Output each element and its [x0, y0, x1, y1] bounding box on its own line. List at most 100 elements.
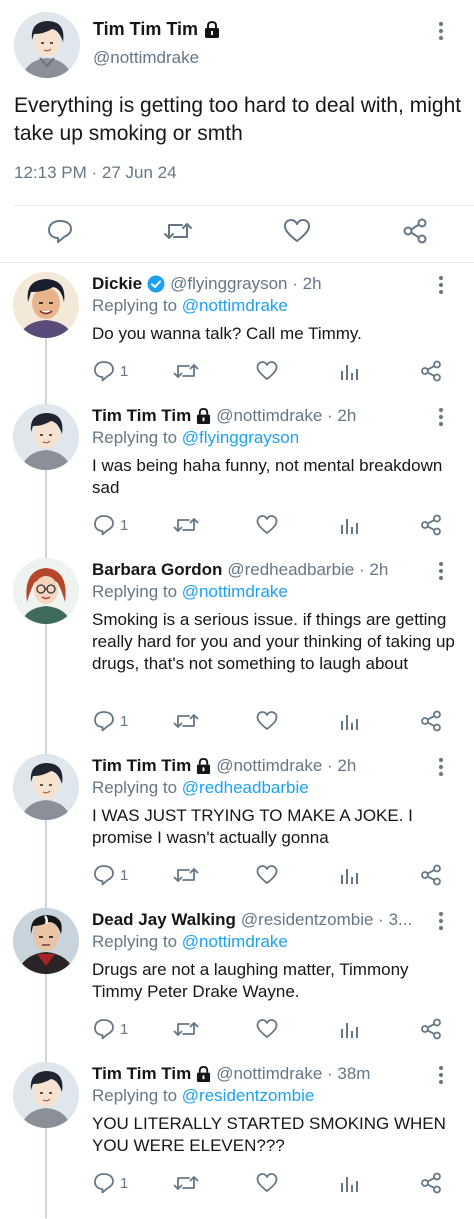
heart-icon[interactable]	[256, 1018, 278, 1040]
reply-actions: 1	[0, 360, 474, 384]
retweet-icon[interactable]	[163, 218, 193, 244]
tweet-timestamp[interactable]: 12:13 PM · 27 Jun 24	[14, 163, 177, 183]
author-name[interactable]: Tim Tim Tim	[92, 406, 191, 426]
replying-prefix: Replying to	[92, 296, 178, 315]
retweet-icon[interactable]	[173, 514, 199, 536]
share-icon[interactable]	[420, 710, 442, 732]
avatar-tim[interactable]	[13, 404, 79, 470]
avatar-dickie[interactable]	[13, 272, 79, 338]
replying-to-handle[interactable]: @nottimdrake	[182, 582, 288, 601]
replying-to: Replying to @redheadbarbie	[92, 778, 309, 798]
more-vertical-icon[interactable]	[438, 758, 444, 776]
analytics-icon[interactable]	[339, 514, 359, 536]
reply-header: Tim Tim Tim @nottimdrake · 2h	[92, 406, 356, 426]
more-vertical-icon[interactable]	[438, 1066, 444, 1084]
replying-to-handle[interactable]: @redheadbarbie	[182, 778, 309, 797]
more-vertical-icon[interactable]	[438, 562, 444, 580]
replying-to: Replying to @residentzombie	[92, 1086, 314, 1106]
author-name[interactable]: Dead Jay Walking	[92, 910, 236, 930]
heart-icon[interactable]	[256, 360, 278, 382]
author-handle[interactable]: @redheadbarbie · 2h	[227, 560, 388, 580]
tweet-actions	[0, 214, 474, 250]
replying-to-handle[interactable]: @nottimdrake	[182, 932, 288, 951]
verified-badge-icon	[147, 275, 165, 293]
reply-icon[interactable]	[47, 218, 73, 244]
author-handle[interactable]: @residentzombie · 3...	[241, 910, 412, 930]
avatar-tim[interactable]	[13, 754, 79, 820]
author-name[interactable]: Tim Tim Tim	[93, 19, 220, 40]
reply-icon	[93, 710, 115, 732]
reply-button[interactable]: 1	[93, 360, 128, 382]
lock-icon	[196, 758, 211, 774]
reply-actions: 1	[0, 1172, 474, 1196]
author-name[interactable]: Tim Tim Tim	[92, 1064, 191, 1084]
retweet-icon[interactable]	[173, 710, 199, 732]
heart-icon[interactable]	[256, 864, 278, 886]
reply-count: 1	[120, 362, 129, 380]
reply-text: YOU LITERALLY STARTED SMOKING WHEN YOU W…	[92, 1114, 446, 1155]
more-vertical-icon[interactable]	[438, 276, 444, 294]
share-icon[interactable]	[420, 360, 442, 382]
retweet-icon[interactable]	[173, 864, 199, 886]
avatar-tim[interactable]	[14, 12, 80, 78]
retweet-icon[interactable]	[173, 360, 199, 382]
analytics-icon[interactable]	[339, 1018, 359, 1040]
replying-to: Replying to @nottimdrake	[92, 932, 288, 952]
replying-to-handle[interactable]: @flyinggrayson	[182, 428, 299, 447]
author-handle[interactable]: @nottimdrake	[93, 48, 199, 68]
reply-count: 1	[120, 712, 129, 730]
reply-actions: 1	[0, 1018, 474, 1042]
analytics-icon[interactable]	[339, 864, 359, 886]
replying-prefix: Replying to	[92, 582, 178, 601]
retweet-icon[interactable]	[173, 1172, 199, 1194]
reply-icon	[93, 1172, 115, 1194]
author-name[interactable]: Dickie	[92, 274, 142, 294]
avatar-barbara[interactable]	[13, 558, 79, 624]
analytics-icon[interactable]	[339, 360, 359, 382]
tweet-text: Everything is getting too hard to deal w…	[14, 94, 462, 145]
heart-icon[interactable]	[256, 710, 278, 732]
reply-icon	[93, 514, 115, 536]
analytics-icon[interactable]	[339, 710, 359, 732]
share-icon[interactable]	[420, 1172, 442, 1194]
reply-count: 1	[120, 516, 129, 534]
heart-icon[interactable]	[256, 1172, 278, 1194]
share-icon[interactable]	[420, 864, 442, 886]
lock-icon	[196, 408, 211, 424]
heart-icon[interactable]	[256, 514, 278, 536]
reply-button[interactable]: 1	[93, 1018, 128, 1040]
more-vertical-icon[interactable]	[438, 912, 444, 930]
reply-text: Smoking is a serious issue. if things ar…	[92, 610, 455, 673]
share-icon[interactable]	[420, 1018, 442, 1040]
author-handle[interactable]: @nottimdrake · 38m	[216, 1064, 370, 1084]
reply-button[interactable]: 1	[93, 514, 128, 536]
replying-to-handle[interactable]: @nottimdrake	[182, 296, 288, 315]
replying-to-handle[interactable]: @residentzombie	[182, 1086, 315, 1105]
analytics-icon[interactable]	[339, 1172, 359, 1194]
author-name[interactable]: Tim Tim Tim	[92, 756, 191, 776]
share-icon[interactable]	[420, 514, 442, 536]
share-icon[interactable]	[402, 218, 428, 244]
author-name-text: Tim Tim Tim	[93, 19, 199, 39]
reply-count: 1	[120, 1020, 129, 1038]
more-vertical-icon[interactable]	[438, 408, 444, 426]
author-handle[interactable]: @flyinggrayson · 2h	[170, 274, 321, 294]
reply-button[interactable]: 1	[93, 864, 128, 886]
author-handle[interactable]: @nottimdrake · 2h	[216, 756, 356, 776]
reply-icon	[93, 864, 115, 886]
retweet-icon[interactable]	[173, 1018, 199, 1040]
reply-count: 1	[120, 1174, 129, 1192]
author-name[interactable]: Barbara Gordon	[92, 560, 222, 580]
reply-icon	[93, 360, 115, 382]
reply-button[interactable]: 1	[93, 1172, 128, 1194]
heart-icon[interactable]	[283, 218, 311, 244]
reply-header: Dead Jay Walking @residentzombie · 3...	[92, 910, 412, 930]
replying-prefix: Replying to	[92, 778, 178, 797]
author-handle[interactable]: @nottimdrake · 2h	[216, 406, 356, 426]
main-tweet: Tim Tim Tim @nottimdrake Everything is g…	[0, 0, 474, 263]
avatar-jay[interactable]	[13, 908, 79, 974]
more-vertical-icon[interactable]	[438, 22, 444, 40]
replying-prefix: Replying to	[92, 932, 178, 951]
reply-button[interactable]: 1	[93, 710, 128, 732]
avatar-tim[interactable]	[13, 1062, 79, 1128]
